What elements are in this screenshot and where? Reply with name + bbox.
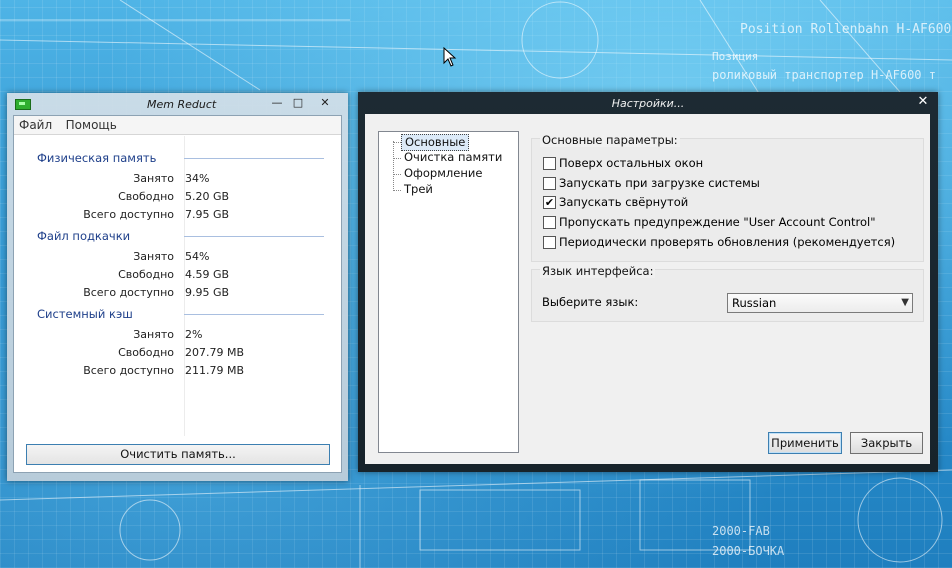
app-memory-icon (15, 99, 31, 110)
menu-file[interactable]: Файл (14, 116, 57, 134)
group-title: Язык интерфейса: (540, 264, 656, 278)
stat-label: Свободно (118, 190, 174, 203)
stat-value: 2% (185, 328, 203, 341)
general-options-group: Основные параметры: Поверх остальных око… (531, 133, 924, 262)
chevron-down-icon: ▼ (901, 297, 909, 308)
section-divider (184, 158, 324, 159)
stat-value: 207.79 MB (185, 346, 245, 359)
blueprint-label: роликовый транспортер H-AF600 т (712, 68, 936, 82)
stat-value: 34% (185, 172, 210, 185)
clean-memory-button[interactable]: Очистить память... (26, 444, 330, 465)
language-select-label: Выберите язык: (542, 295, 639, 309)
window-title: Настройки... (611, 97, 685, 110)
stat-value: 5.20 GB (185, 190, 230, 203)
tree-connector (394, 190, 401, 191)
stat-label: Занято (133, 250, 174, 263)
minimize-icon[interactable]: — (269, 96, 285, 110)
menu-help[interactable]: Помощь (61, 116, 122, 134)
tree-connector (393, 141, 394, 191)
blueprint-label: Позиция (712, 50, 759, 63)
close-icon[interactable]: ✕ (915, 95, 931, 109)
mouse-cursor-icon (443, 47, 457, 67)
close-icon[interactable]: ✕ (317, 96, 333, 110)
close-button[interactable]: Закрыть (850, 432, 923, 454)
section-title-physical: Физическая память (37, 151, 157, 165)
stat-value: 4.59 GB (185, 268, 230, 281)
stat-label: Свободно (118, 268, 174, 281)
blueprint-label: 2000-FAB (712, 524, 770, 538)
settings-window: Настройки... ✕ Основные Очистка памяти О… (358, 92, 938, 472)
stat-value: 54% (185, 250, 210, 263)
language-group: Язык интерфейса: Выберите язык: Russian … (531, 264, 924, 322)
stat-value: 211.79 MB (185, 364, 245, 377)
tree-item-memory-cleaning[interactable]: Очистка памяти (401, 150, 505, 165)
section-title-syscache: Системный кэш (37, 307, 133, 321)
option-label: Периодически проверять обновления (реком… (559, 235, 896, 249)
checkbox[interactable] (543, 216, 556, 229)
tree-item-general[interactable]: Основные (401, 134, 470, 151)
language-select-value: Russian (732, 296, 777, 310)
mem-reduct-titlebar[interactable]: Mem Reduct — □ ✕ (7, 93, 348, 115)
option-label: Пропускать предупреждение "User Account … (559, 215, 876, 229)
group-title: Основные параметры: (540, 133, 680, 147)
tree-connector (394, 142, 401, 143)
blueprint-label: Position Rollenbahn H-AF600 t (740, 22, 952, 37)
checkbox[interactable] (543, 236, 556, 249)
tree-connector (394, 174, 401, 175)
mem-reduct-client: Файл Помощь Физическая память Занято 34%… (13, 115, 342, 473)
stat-value: 7.95 GB (185, 208, 230, 221)
window-title: Mem Reduct (147, 98, 217, 111)
option-label: Запускать при загрузке системы (559, 176, 760, 190)
stat-label: Занято (133, 328, 174, 341)
tree-item-appearance[interactable]: Оформление (401, 166, 485, 181)
checkbox[interactable] (543, 177, 556, 190)
settings-titlebar[interactable]: Настройки... ✕ (358, 92, 938, 114)
checkbox-checked[interactable]: ✔ (543, 196, 556, 209)
mem-reduct-window: Mem Reduct — □ ✕ Файл Помощь Физическая … (7, 93, 348, 481)
menu-bar: Файл Помощь (14, 116, 341, 135)
apply-button[interactable]: Применить (768, 432, 842, 454)
language-select[interactable]: Russian ▼ (727, 293, 913, 313)
stat-label: Свободно (118, 346, 174, 359)
section-title-pagefile: Файл подкачки (37, 229, 131, 243)
settings-client: Основные Очистка памяти Оформление Трей … (365, 114, 930, 464)
stat-value: 9.95 GB (185, 286, 230, 299)
maximize-icon[interactable]: □ (290, 96, 306, 110)
stat-label: Всего доступно (83, 286, 174, 299)
section-divider (184, 314, 324, 315)
tree-item-tray[interactable]: Трей (401, 182, 436, 197)
blueprint-label: 2000-БОЧКА (712, 544, 785, 558)
option-label: Поверх остальных окон (559, 156, 704, 170)
stat-label: Занято (133, 172, 174, 185)
stat-label: Всего доступно (83, 208, 174, 221)
tree-connector (394, 158, 401, 159)
settings-tree: Основные Очистка памяти Оформление Трей (378, 131, 519, 453)
checkbox[interactable] (543, 157, 556, 170)
option-label: Запускать свёрнутой (559, 195, 689, 209)
stat-label: Всего доступно (83, 364, 174, 377)
section-divider (184, 236, 324, 237)
